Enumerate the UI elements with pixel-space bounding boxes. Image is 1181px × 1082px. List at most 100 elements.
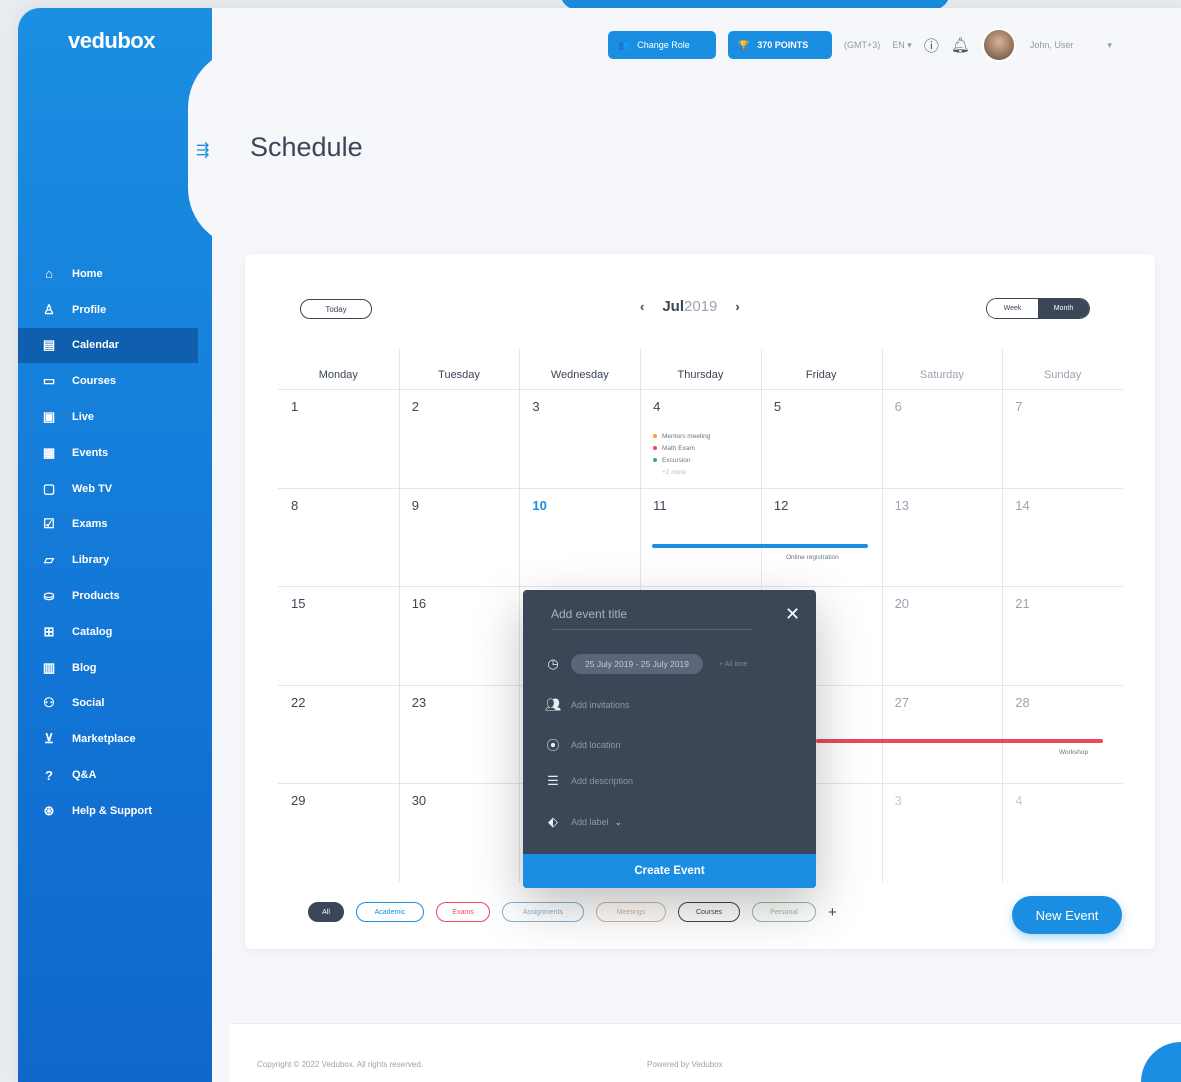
invitations-row[interactable]: 👥︎ Add invitations bbox=[545, 697, 630, 713]
description-row[interactable]: ☰ Add description bbox=[545, 773, 633, 789]
calendar-day-cell[interactable]: 2 bbox=[412, 399, 419, 414]
user-name[interactable]: John, User bbox=[1030, 40, 1074, 50]
tv-icon: ▢ bbox=[42, 480, 56, 496]
filter-chip-courses[interactable]: Courses bbox=[678, 902, 740, 922]
sidebar-item-exams[interactable]: ☑ Exams bbox=[18, 507, 212, 543]
range-event-label: Online registration bbox=[786, 554, 839, 561]
calendar-day-cell[interactable]: 9 bbox=[412, 498, 419, 513]
filter-chip-academic[interactable]: Academic bbox=[356, 902, 424, 922]
timezone[interactable]: (GMT+3) bbox=[844, 40, 880, 50]
date-row: ◷ 25 July 2019 - 25 July 2019 + All time bbox=[545, 654, 748, 674]
calendar-day-cell[interactable]: 3 bbox=[895, 793, 902, 808]
change-role-button[interactable]: 👥 Change Role bbox=[608, 31, 716, 59]
sidebar-item-social[interactable]: ⚇ Social bbox=[18, 686, 212, 722]
courses-icon: ▭ bbox=[42, 373, 56, 389]
today-button[interactable]: Today bbox=[300, 299, 372, 319]
calendar-day-cell[interactable]: 4 bbox=[653, 399, 660, 414]
sidebar-item-help-support[interactable]: ⊛ Help & Support bbox=[18, 793, 212, 829]
chevron-down-icon[interactable]: ▾ bbox=[1107, 40, 1112, 51]
calendar-day-cell[interactable]: 3 bbox=[532, 399, 539, 414]
sidebar-item-library[interactable]: ▱ Library bbox=[18, 542, 212, 578]
powered-by-text[interactable]: Powered by Vedubox bbox=[647, 1060, 723, 1069]
calendar-day-cell[interactable]: 20 bbox=[895, 596, 909, 611]
filter-chip-meetings[interactable]: Meetings bbox=[596, 902, 666, 922]
calendar-day-cell[interactable]: 14 bbox=[1015, 498, 1029, 513]
calendar-day-cell[interactable]: 23 bbox=[412, 695, 426, 710]
sidebar-item-calendar[interactable]: ▤ Calendar bbox=[18, 327, 198, 364]
location-row[interactable]: ⦿ Add location bbox=[545, 735, 620, 754]
page-title: Schedule bbox=[250, 132, 363, 162]
sidebar-item-q-a[interactable]: ? Q&A bbox=[18, 757, 212, 793]
language-selector[interactable]: EN ▾ bbox=[892, 40, 912, 51]
event-title-input[interactable]: Add event title bbox=[551, 607, 753, 630]
calendar-day-cell[interactable]: 29 bbox=[291, 793, 305, 808]
description-label: Add description bbox=[571, 776, 634, 786]
calendar-day-cell[interactable]: 16 bbox=[412, 596, 426, 611]
sidebar-item-marketplace[interactable]: ⊻ Marketplace bbox=[18, 721, 212, 757]
bell-icon[interactable]: 🔔︎ bbox=[951, 36, 970, 54]
sidebar-item-web-tv[interactable]: ▢ Web TV bbox=[18, 471, 212, 507]
label-row[interactable]: ⬖ Add label ⌄ bbox=[545, 814, 622, 830]
calendar-event-label: Mentors meeting bbox=[662, 433, 711, 440]
calendar-event[interactable]: Excursion bbox=[653, 455, 710, 467]
calendar-icon: ▤ bbox=[42, 337, 56, 353]
logo[interactable]: vedubox bbox=[68, 28, 155, 54]
trophy-icon: 🏆 bbox=[738, 39, 750, 50]
calendar-day-cell[interactable]: 5 bbox=[774, 399, 781, 414]
calendar-day-cell[interactable]: 6 bbox=[895, 399, 902, 414]
month-view-button[interactable]: Month bbox=[1038, 299, 1089, 318]
calendar-day-cell[interactable]: 7 bbox=[1015, 399, 1022, 414]
date-range-field[interactable]: 25 July 2019 - 25 July 2019 bbox=[571, 654, 703, 674]
weekday-header: Friday bbox=[805, 369, 837, 381]
sidebar-item-label: Products bbox=[72, 590, 120, 603]
next-month-icon[interactable]: › bbox=[735, 299, 739, 314]
calendar-day-cell[interactable]: 11 bbox=[653, 498, 667, 513]
range-event-bar[interactable] bbox=[652, 544, 868, 548]
calendar-event[interactable]: Mentors meeting bbox=[653, 431, 710, 443]
calendar-day-cell[interactable]: 27 bbox=[895, 695, 909, 710]
filter-chips: All Academic Exams Assignments Meetings Cours… bbox=[308, 902, 837, 922]
prev-month-icon[interactable]: ‹ bbox=[640, 299, 644, 314]
new-event-button[interactable]: New Event bbox=[1012, 896, 1122, 934]
calendar-day-cell[interactable]: 10 bbox=[532, 498, 546, 513]
week-view-button[interactable]: Week bbox=[987, 299, 1038, 318]
close-icon[interactable]: ✕ bbox=[785, 604, 800, 625]
sidebar-item-courses[interactable]: ▭ Courses bbox=[18, 363, 212, 399]
sidebar-item-products[interactable]: ⛀ Products bbox=[18, 578, 212, 614]
calendar-day-cell[interactable]: 30 bbox=[412, 793, 426, 808]
calendar-day-cell[interactable]: 8 bbox=[291, 498, 298, 513]
filter-chip-assignments[interactable]: Assignments bbox=[502, 902, 584, 922]
sidebar-item-label: Blog bbox=[72, 661, 97, 674]
calendar-day-cell[interactable]: 4 bbox=[1015, 793, 1022, 808]
sidebar-item-home[interactable]: ⌂ Home bbox=[18, 256, 212, 292]
avatar[interactable] bbox=[981, 28, 1016, 62]
range-event-bar[interactable] bbox=[816, 739, 1103, 743]
add-filter-icon[interactable]: + bbox=[828, 904, 837, 921]
calendar-day-cell[interactable]: 13 bbox=[895, 498, 909, 513]
sidebar-item-label: Social bbox=[72, 697, 105, 710]
points-button[interactable]: 🏆 370 POINTS bbox=[728, 31, 832, 59]
calendar-day-cell[interactable]: 15 bbox=[291, 596, 305, 611]
filter-chip-personal[interactable]: Personal bbox=[752, 902, 816, 922]
sidebar-item-events[interactable]: ▦ Events bbox=[18, 435, 212, 471]
filter-chip-all[interactable]: All bbox=[308, 902, 344, 922]
create-event-button[interactable]: Create Event bbox=[523, 854, 816, 888]
sidebar-item-profile[interactable]: ♙ Profile bbox=[18, 292, 212, 328]
all-day-toggle[interactable]: + All time bbox=[719, 661, 748, 668]
calendar-event[interactable]: Math Exam bbox=[653, 443, 710, 455]
sidebar-item-catalog[interactable]: ⊞ Catalog bbox=[18, 614, 212, 650]
calendar-day-cell[interactable]: 28 bbox=[1015, 695, 1029, 710]
calendar-day-cell[interactable]: 12 bbox=[774, 498, 788, 513]
collapse-menu-icon[interactable]: ⇶ bbox=[196, 140, 209, 160]
tag-icon: ⬖ bbox=[548, 814, 558, 829]
calendar-day-cell[interactable]: 22 bbox=[291, 695, 305, 710]
more-events-link[interactable]: +2 more bbox=[653, 467, 710, 479]
sidebar-item-blog[interactable]: ▥ Blog bbox=[18, 650, 212, 686]
info-icon[interactable]: ⓘ bbox=[924, 35, 939, 56]
day-event-list: Mentors meeting Math Exam Excursion +2 more bbox=[653, 431, 710, 479]
sidebar-item-live[interactable]: ▣ Live bbox=[18, 399, 212, 435]
filter-chip-exams[interactable]: Exams bbox=[436, 902, 490, 922]
calendar-day-cell[interactable]: 21 bbox=[1015, 596, 1029, 611]
calendar-day-cell[interactable]: 1 bbox=[291, 399, 298, 414]
month-label: Jul bbox=[662, 298, 685, 315]
